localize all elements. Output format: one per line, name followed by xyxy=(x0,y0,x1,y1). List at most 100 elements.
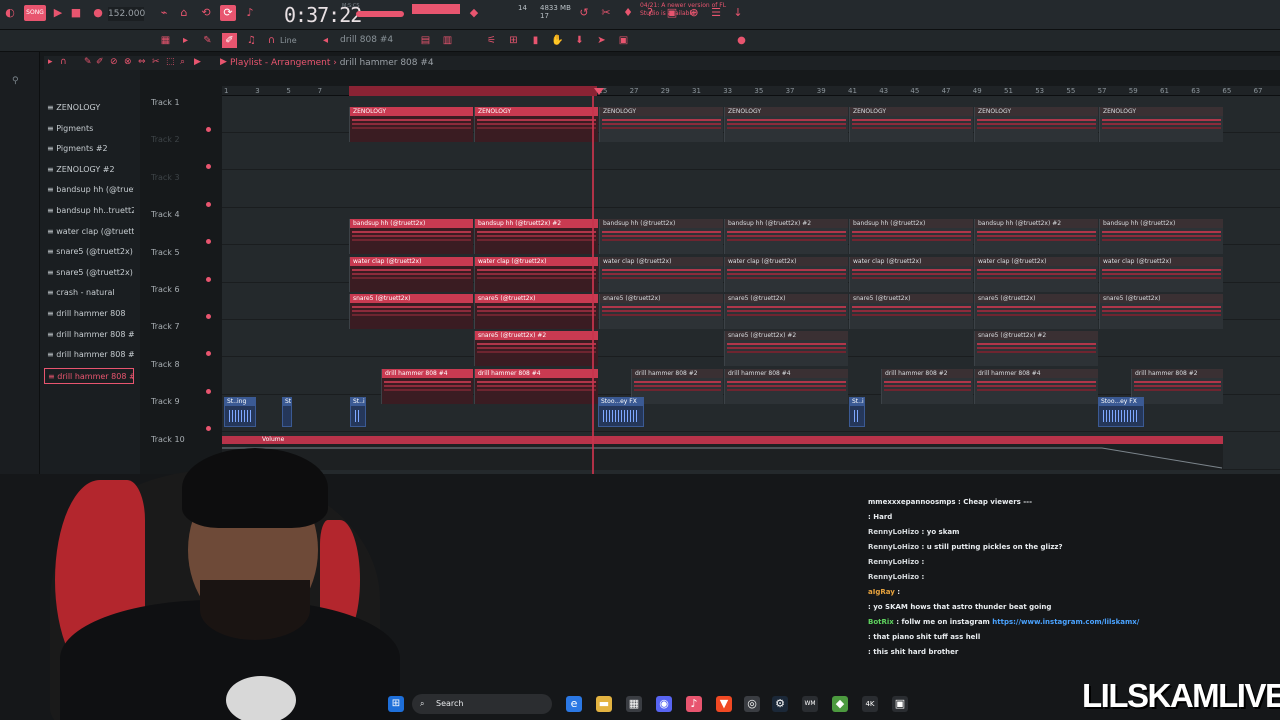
zoom-icon[interactable]: ⌕ xyxy=(180,57,185,67)
step-edit-icon[interactable]: ♪ xyxy=(242,5,258,21)
pattern-item[interactable]: ≡ Pigments xyxy=(44,121,134,137)
update-notice[interactable]: 04/21: A newer version of FL Studio is a… xyxy=(640,2,730,18)
pattern-clip[interactable]: water clap (@truett2x) xyxy=(349,256,473,292)
mixer-icon[interactable]: ▦ xyxy=(158,33,173,48)
track-lane[interactable] xyxy=(222,171,1280,208)
pattern-item[interactable]: ≡ water clap (@truett2x) xyxy=(44,224,134,240)
track-header[interactable]: Track 5 xyxy=(146,248,218,257)
pattern-item[interactable]: ≡ drill hammer 808 #3 xyxy=(44,327,134,343)
countdown-icon[interactable]: ⟲ xyxy=(198,5,214,21)
track-mute-dot[interactable] xyxy=(206,164,211,170)
pattern-item[interactable]: ≡ bandsup hh (@truett2x) xyxy=(44,182,134,198)
select-icon[interactable]: ⬚ xyxy=(166,57,175,67)
track-mute-dot[interactable] xyxy=(206,276,211,282)
pattern-clip[interactable]: drill hammer 808 #2 xyxy=(881,368,973,404)
loop-record-icon[interactable]: ⟳ xyxy=(220,5,236,21)
pattern-clip[interactable]: bandsup hh (@truett2x) #2 xyxy=(974,219,1098,255)
bell-icon[interactable]: ♫ xyxy=(244,33,259,48)
mixer-view-icon[interactable]: ⚟ xyxy=(484,33,499,48)
arrow-left-icon[interactable]: ◂ xyxy=(318,33,333,48)
volume-automation-clip[interactable]: Volume xyxy=(222,436,1223,470)
pattern-clip[interactable]: drill hammer 808 #2 xyxy=(1131,368,1223,404)
slice-icon[interactable]: ✂ xyxy=(152,57,160,67)
taskbar-search[interactable]: ⌕ Search xyxy=(412,694,552,714)
pattern-clip[interactable]: snare5 (@truett2x) xyxy=(1099,294,1223,329)
audio-clip[interactable]: St..ing xyxy=(849,397,865,427)
pattern-clip[interactable]: snare5 (@truett2x) xyxy=(724,294,848,329)
scope-icon[interactable]: ▣ xyxy=(616,33,631,48)
pattern-item[interactable]: ≡ drill hammer 808 xyxy=(44,306,134,322)
next-icon[interactable]: ▸ xyxy=(178,33,193,48)
chat-link[interactable]: https://www.instagram.com/lilskamx/ xyxy=(992,618,1139,626)
chat-username[interactable]: RennyLoHizo xyxy=(868,573,919,581)
track-header[interactable]: Track 3 xyxy=(146,173,218,182)
wait-input-icon[interactable]: ⌂ xyxy=(176,5,192,21)
track-mute-dot[interactable] xyxy=(206,426,211,432)
audio-clip[interactable]: Stoo...ey FX xyxy=(598,397,644,427)
green-app-icon[interactable]: ◆ xyxy=(832,696,848,712)
arrow-icon[interactable]: ▸ xyxy=(48,57,53,67)
brave-icon[interactable]: ▼ xyxy=(716,696,732,712)
track-mute-dot[interactable] xyxy=(206,351,211,357)
mute-icon[interactable]: ⊗ xyxy=(124,57,132,67)
audio-clip[interactable]: St..ing xyxy=(350,397,366,427)
audio-clip[interactable]: Stoo...ey FX xyxy=(1098,397,1144,427)
pattern-item[interactable]: ≡ bandsup hh..truett2x) # xyxy=(44,203,134,219)
play-button[interactable]: ▶ xyxy=(50,5,66,21)
piano-roll-icon[interactable]: ▤ xyxy=(418,33,433,48)
snap-mode[interactable]: Line xyxy=(280,36,297,45)
slip-icon[interactable]: ⇔ xyxy=(138,57,146,67)
chat-username[interactable]: RennyLoHizo xyxy=(868,558,919,566)
delete-icon[interactable]: ⊘ xyxy=(110,57,118,67)
pattern-item[interactable]: ≡ ZENOLOGY #2 xyxy=(44,162,134,178)
news-icon[interactable]: ● xyxy=(734,33,749,48)
track-header[interactable]: Track 1 xyxy=(146,98,218,107)
pattern-clip[interactable]: snare5 (@truett2x) #2 xyxy=(474,331,598,367)
pattern-clip[interactable]: ZENOLOGY xyxy=(349,107,473,142)
touch-icon[interactable]: ✋ xyxy=(550,33,565,48)
browser-icon[interactable]: ⊞ xyxy=(506,33,521,48)
chrome-icon[interactable]: ◎ xyxy=(744,696,760,712)
windows-start-icon[interactable]: ⊞ xyxy=(388,696,404,712)
edge-icon[interactable]: e xyxy=(566,696,582,712)
pattern-clip[interactable]: bandsup hh (@truett2x) xyxy=(349,219,473,255)
pattern-item[interactable]: ≡ crash - natural xyxy=(44,285,134,301)
app-icon[interactable]: WM xyxy=(802,696,818,712)
pattern-clip[interactable]: bandsup hh (@truett2x) xyxy=(849,219,973,255)
track-mute-dot[interactable] xyxy=(206,127,211,132)
pattern-clip[interactable]: snare5 (@truett2x) #2 xyxy=(724,331,848,367)
pattern-clip[interactable]: snare5 (@truett2x) xyxy=(349,294,473,329)
pattern-item[interactable]: ≡ ZENOLOGY xyxy=(44,100,134,116)
chat-username[interactable]: BotRix xyxy=(868,618,894,626)
pattern-clip[interactable]: snare5 (@truett2x) xyxy=(599,294,723,329)
pattern-clip[interactable]: water clap (@truett2x) xyxy=(599,256,723,292)
4k-app-icon[interactable]: 4K xyxy=(862,696,878,712)
pattern-clip[interactable]: snare5 (@truett2x) xyxy=(849,294,973,329)
pattern-clip[interactable]: ZENOLOGY xyxy=(849,107,973,142)
pattern-clip[interactable]: snare5 (@truett2x) xyxy=(474,294,598,329)
cut-icon[interactable]: ✂ xyxy=(598,5,614,21)
chat-username[interactable]: RennyLoHizo xyxy=(868,528,919,536)
pattern-clip[interactable]: drill hammer 808 #4 xyxy=(381,368,473,404)
pitch-icon[interactable]: ◆ xyxy=(466,5,482,21)
pattern-clip[interactable]: ZENOLOGY xyxy=(974,107,1098,142)
obs-icon[interactable]: ▣ xyxy=(892,696,908,712)
pattern-clip[interactable]: water clap (@truett2x) xyxy=(724,256,848,292)
pattern-item[interactable]: ≡ Pigments #2 xyxy=(44,141,134,157)
pattern-clip[interactable]: bandsup hh (@truett2x) xyxy=(1099,219,1223,255)
pattern-clip[interactable]: drill hammer 808 #2 xyxy=(631,368,723,404)
pattern-clip[interactable]: drill hammer 808 #4 xyxy=(974,368,1098,404)
track-header[interactable]: Track 10 xyxy=(146,435,218,444)
magnet-icon[interactable]: ∩ xyxy=(264,33,279,48)
pattern-clip[interactable]: snare5 (@truett2x) #2 xyxy=(974,331,1098,367)
undo-icon[interactable]: ↺ xyxy=(576,5,592,21)
track-mute-dot[interactable] xyxy=(206,388,211,394)
pattern-selector[interactable]: drill 808 #4 xyxy=(340,35,393,45)
channel-rack-icon[interactable]: ▥ xyxy=(440,33,455,48)
fl-logo-icon[interactable]: ◐ xyxy=(2,5,18,21)
paint-icon[interactable]: ✐ xyxy=(222,33,237,48)
tempo-tap-icon[interactable]: ⬇ xyxy=(572,33,587,48)
store-icon[interactable]: ▦ xyxy=(626,696,642,712)
pattern-clip[interactable]: drill hammer 808 #4 xyxy=(474,368,598,404)
pattern-clip[interactable]: water clap (@truett2x) xyxy=(849,256,973,292)
